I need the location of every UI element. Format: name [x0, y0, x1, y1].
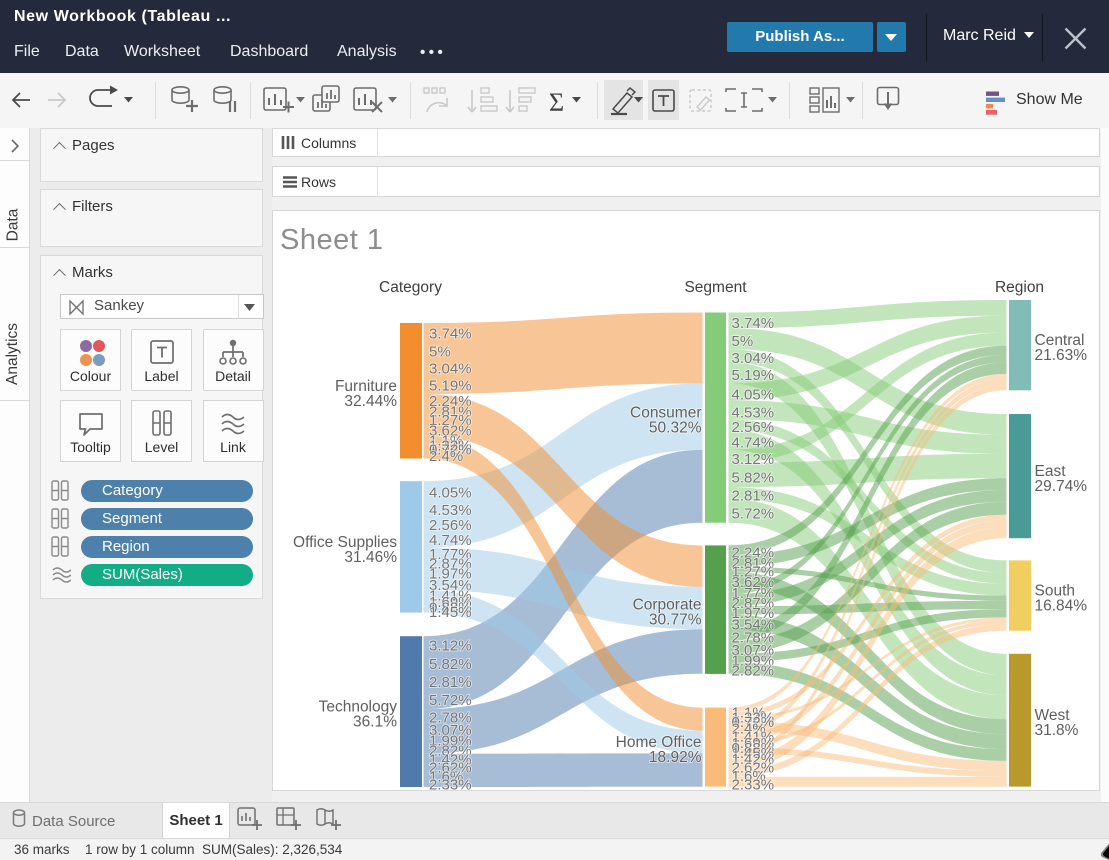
svg-text:Σ: Σ: [549, 88, 564, 117]
